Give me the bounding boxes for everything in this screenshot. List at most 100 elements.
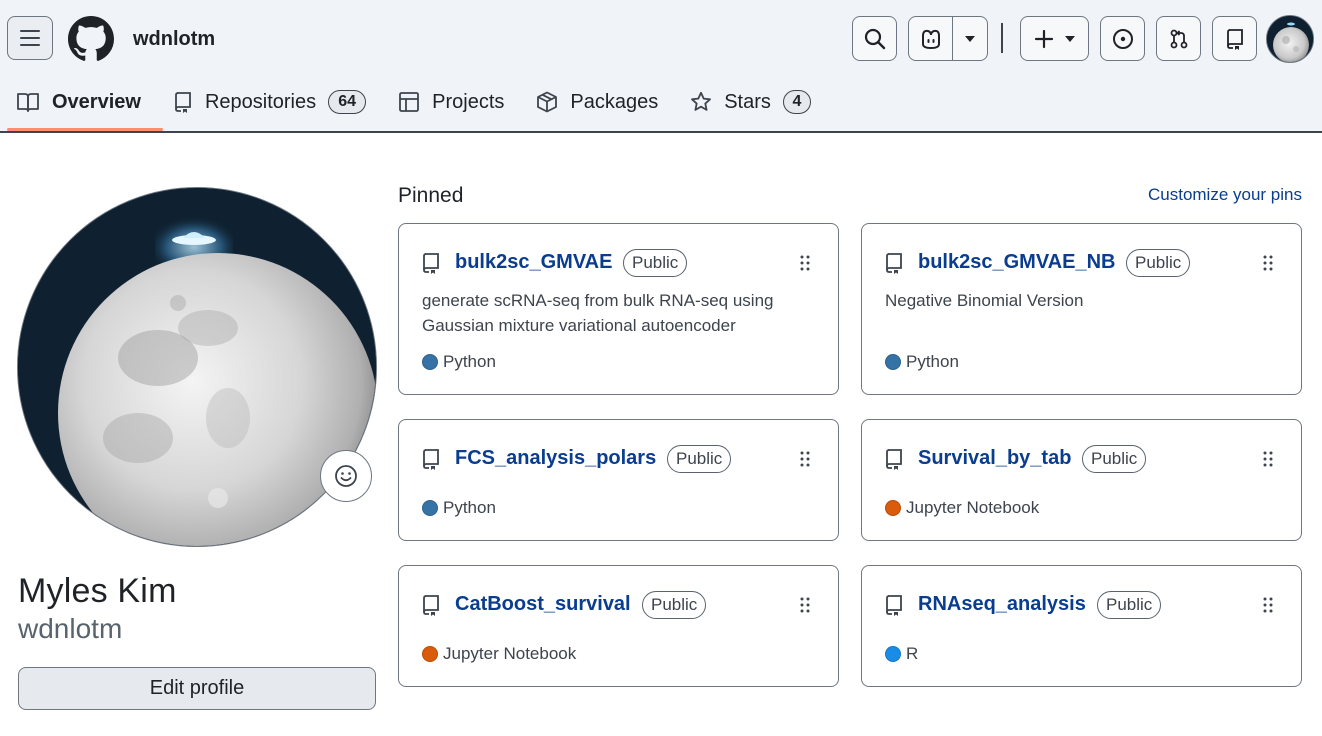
header-username[interactable]: wdnlotm (133, 28, 215, 51)
profile-full-name: Myles Kim (18, 572, 177, 610)
stars-count-badge: 4 (782, 90, 811, 114)
tab-overview-label: Overview (52, 90, 141, 113)
tab-repositories[interactable]: Repositories 64 (157, 76, 382, 128)
repositories-button[interactable] (1212, 16, 1257, 61)
language-color-dot (885, 500, 901, 516)
pinned-repo-name[interactable]: CatBoost_survival (455, 593, 631, 616)
profile-login: wdnlotm (18, 613, 123, 644)
repo-language-label: Jupyter Notebook (443, 644, 577, 663)
pinned-repo-card: bulk2sc_GMVAE Public generate scRNA-seq fr… (398, 223, 839, 395)
pinned-repo-description: Negative Binomial Version (885, 291, 1084, 310)
pull-requests-button[interactable] (1156, 16, 1201, 61)
create-new-button[interactable] (1020, 16, 1089, 61)
drag-handle-grabber-icon[interactable] (1263, 597, 1273, 618)
repo-icon (884, 448, 904, 475)
language-color-dot (422, 500, 438, 516)
issues-button[interactable] (1100, 16, 1145, 61)
copilot-dropdown-button[interactable] (953, 17, 987, 60)
user-avatar-button[interactable] (1266, 15, 1314, 63)
repo-language: Jupyter Notebook (422, 644, 576, 664)
top-header: wdnlotm Overview Repositories 64 Project… (0, 0, 1322, 133)
tab-repositories-label: Repositories (204, 90, 317, 113)
visibility-badge: Public (642, 591, 707, 619)
language-color-dot (885, 646, 901, 662)
drag-handle-grabber-icon[interactable] (800, 451, 810, 472)
visibility-badge: Public (623, 249, 688, 277)
git-pull-request-icon (1170, 29, 1187, 48)
repo-language-label: R (906, 644, 919, 663)
header-divider (1001, 23, 1003, 53)
repo-icon (175, 92, 191, 113)
pinned-repo-description: generate scRNA-seq from bulk RNA-seq usi… (422, 291, 774, 335)
pinned-repo-card: FCS_analysis_polars Public Python (398, 419, 839, 541)
repo-language: Python (422, 352, 496, 372)
tab-packages[interactable]: Packages (520, 76, 674, 128)
triangle-down-icon (1064, 35, 1075, 42)
drag-handle-grabber-icon[interactable] (800, 597, 810, 618)
repo-language-label: Python (443, 498, 496, 517)
drag-handle-grabber-icon[interactable] (1263, 451, 1273, 472)
profile-avatar[interactable] (17, 187, 377, 547)
repo-icon (1226, 28, 1243, 50)
repo-language: Jupyter Notebook (885, 498, 1039, 518)
visibility-badge: Public (1126, 249, 1191, 277)
tab-stars-label: Stars (724, 90, 771, 113)
drag-handle-grabber-icon[interactable] (800, 255, 810, 276)
pinned-repo-card: Survival_by_tab Public Jupyter Notebook (861, 419, 1302, 541)
repo-icon (884, 252, 904, 279)
language-color-dot (422, 646, 438, 662)
search-button[interactable] (852, 16, 897, 61)
visibility-badge: Public (1097, 591, 1162, 619)
pinned-heading: Pinned (398, 184, 464, 207)
repo-icon (421, 594, 441, 621)
repo-language: R (885, 644, 918, 664)
plus-icon (1034, 29, 1053, 48)
hamburger-icon (20, 30, 40, 46)
tab-projects-label: Projects (432, 90, 505, 113)
repo-language: Python (885, 352, 959, 372)
github-logo-icon[interactable] (68, 16, 114, 62)
star-icon (691, 91, 712, 111)
edit-profile-button[interactable]: Edit profile (18, 667, 376, 710)
repo-language-label: Python (906, 352, 959, 371)
moon-avatar-image (18, 188, 376, 546)
book-icon (17, 93, 39, 112)
drag-handle-grabber-icon[interactable] (1263, 255, 1273, 276)
language-color-dot (885, 354, 901, 370)
repo-language: Python (422, 498, 496, 518)
pinned-repo-card: CatBoost_survival Public Jupyter Notebook (398, 565, 839, 687)
pinned-repo-card: RNAseq_analysis Public R (861, 565, 1302, 687)
pinned-repo-name[interactable]: bulk2sc_GMVAE_NB (918, 251, 1115, 274)
copilot-button[interactable] (909, 17, 953, 60)
set-status-button[interactable] (320, 450, 372, 502)
language-color-dot (422, 354, 438, 370)
pinned-repo-card: bulk2sc_GMVAE_NB Public Negative Binomial … (861, 223, 1302, 395)
copilot-icon (921, 29, 940, 49)
customize-pins-link[interactable]: Customize your pins (1148, 185, 1302, 205)
pinned-repo-name[interactable]: RNAseq_analysis (918, 593, 1086, 616)
repositories-count-badge: 64 (328, 90, 367, 114)
issue-opened-icon (1112, 28, 1133, 49)
tab-projects[interactable]: Projects (382, 76, 520, 128)
repo-language-label: Python (443, 352, 496, 371)
triangle-down-icon (965, 35, 975, 42)
tab-packages-label: Packages (570, 90, 659, 113)
tab-overview[interactable]: Overview (0, 76, 163, 131)
profile-tab-nav: Overview Repositories 64 Projects Packag… (0, 76, 827, 133)
smiley-icon (335, 465, 357, 487)
moon-avatar-icon (1267, 16, 1313, 62)
pinned-repo-name[interactable]: bulk2sc_GMVAE (455, 251, 612, 274)
package-icon (537, 91, 558, 113)
repo-icon (421, 448, 441, 475)
repo-language-label: Jupyter Notebook (906, 498, 1040, 517)
menu-button[interactable] (7, 16, 53, 60)
copilot-button-group (908, 16, 988, 61)
table-icon (399, 92, 420, 112)
visibility-badge: Public (667, 445, 732, 473)
search-icon (864, 28, 885, 49)
repo-icon (421, 252, 441, 279)
pinned-repo-name[interactable]: FCS_analysis_polars (455, 447, 656, 470)
tab-stars[interactable]: Stars 4 (674, 76, 827, 128)
repo-icon (884, 594, 904, 621)
pinned-repo-name[interactable]: Survival_by_tab (918, 447, 1071, 470)
